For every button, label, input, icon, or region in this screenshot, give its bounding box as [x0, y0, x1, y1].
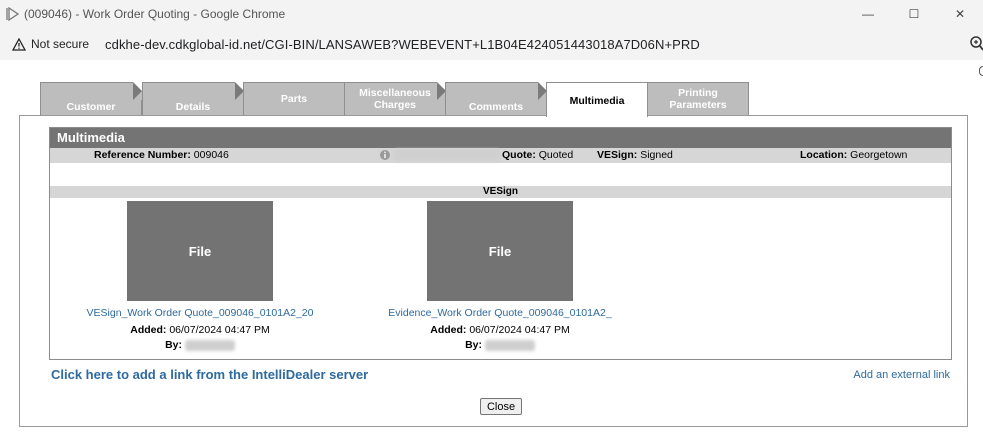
tab-multimedia[interactable]: Multimedia [546, 82, 648, 117]
address-bar: Not secure cdkhe-dev.cdkglobal-id.net/CG… [0, 28, 983, 60]
by-label: By: [465, 339, 482, 351]
scroll-indicator [979, 66, 983, 76]
external-link[interactable]: Add an external link [853, 369, 950, 381]
vesign-value: Signed [640, 149, 673, 161]
url-field[interactable]: cdkhe-dev.cdkglobal-id.net/CGI-BIN/LANSA… [105, 37, 700, 52]
tab-miscellaneous-charges[interactable]: Miscellaneous Charges [344, 82, 446, 115]
security-indicator[interactable]: Not secure [6, 32, 95, 56]
vesign-label: VESign: [597, 149, 638, 161]
file-card: File Evidence_Work Order Quote_009046_01… [370, 201, 630, 351]
file-by: By: [370, 339, 630, 351]
added-value: 06/07/2024 04:47 PM [169, 324, 270, 336]
section-header: Multimedia [50, 128, 951, 148]
vesign-section-title: VESign [50, 186, 951, 198]
added-value: 06/07/2024 04:47 PM [469, 324, 570, 336]
info-icon [380, 150, 390, 160]
file-link[interactable]: VESign_Work Order Quote_009046_0101A2_20 [70, 307, 330, 319]
reference-value: 009046 [193, 149, 229, 161]
tab-customer[interactable]: Customer [40, 82, 142, 115]
file-added: Added: 06/07/2024 04:47 PM [70, 324, 330, 336]
location-value: Georgetown [850, 149, 908, 161]
redacted-customer [379, 149, 500, 166]
tab-parts[interactable]: Parts [243, 82, 345, 115]
location-label: Location: [800, 149, 848, 161]
file-card: File VESign_Work Order Quote_009046_0101… [70, 201, 330, 351]
redacted-user [484, 339, 535, 351]
redacted-user [184, 339, 235, 351]
file-thumbnail[interactable]: File [427, 201, 573, 301]
tab-panel: Multimedia Reference Number: 009046 Quot… [19, 115, 968, 427]
tab-label: Miscellaneous Charges [359, 87, 431, 111]
tab-label: Details [175, 101, 211, 113]
file-link[interactable]: Evidence_Work Order Quote_009046_0101A2_ [370, 307, 630, 319]
close-button[interactable]: Close [480, 398, 522, 415]
warning-icon [12, 37, 26, 51]
info-row: Reference Number: 009046 Quote: Quoted V… [50, 148, 951, 163]
multimedia-section: Multimedia Reference Number: 009046 Quot… [49, 127, 952, 360]
tab-label: Customer [66, 101, 116, 113]
intellidealer-link[interactable]: Click here to add a link from the Intell… [51, 367, 368, 382]
browser-titlebar: (009046) - Work Order Quoting - Google C… [0, 0, 983, 28]
file-by: By: [70, 339, 330, 351]
tab-label: Multimedia [569, 95, 625, 107]
reference-label: Reference Number: [94, 149, 191, 161]
tab-comments[interactable]: Comments [445, 82, 547, 115]
tab-printing-parameters[interactable]: Printing Parameters [647, 82, 749, 115]
minimize-button[interactable]: — [845, 0, 891, 28]
file-thumbnail[interactable]: File [127, 201, 273, 301]
by-label: By: [165, 339, 182, 351]
app-play-icon [6, 7, 20, 21]
added-label: Added: [130, 324, 167, 336]
security-label: Not secure [31, 37, 90, 51]
zoom-icon[interactable] [967, 35, 983, 53]
tab-label: Parts [280, 93, 308, 105]
quote-value: Quoted [538, 149, 574, 161]
quote-label: Quote: [502, 149, 536, 161]
window-title: (009046) - Work Order Quoting - Google C… [24, 7, 286, 21]
close-window-button[interactable]: ✕ [937, 0, 983, 28]
tab-details[interactable]: Details [142, 82, 244, 115]
maximize-button[interactable]: ☐ [891, 0, 937, 28]
tab-label: Printing Parameters [669, 87, 727, 111]
added-label: Added: [430, 324, 467, 336]
file-added: Added: 06/07/2024 04:47 PM [370, 324, 630, 336]
tab-label: Comments [468, 101, 524, 113]
